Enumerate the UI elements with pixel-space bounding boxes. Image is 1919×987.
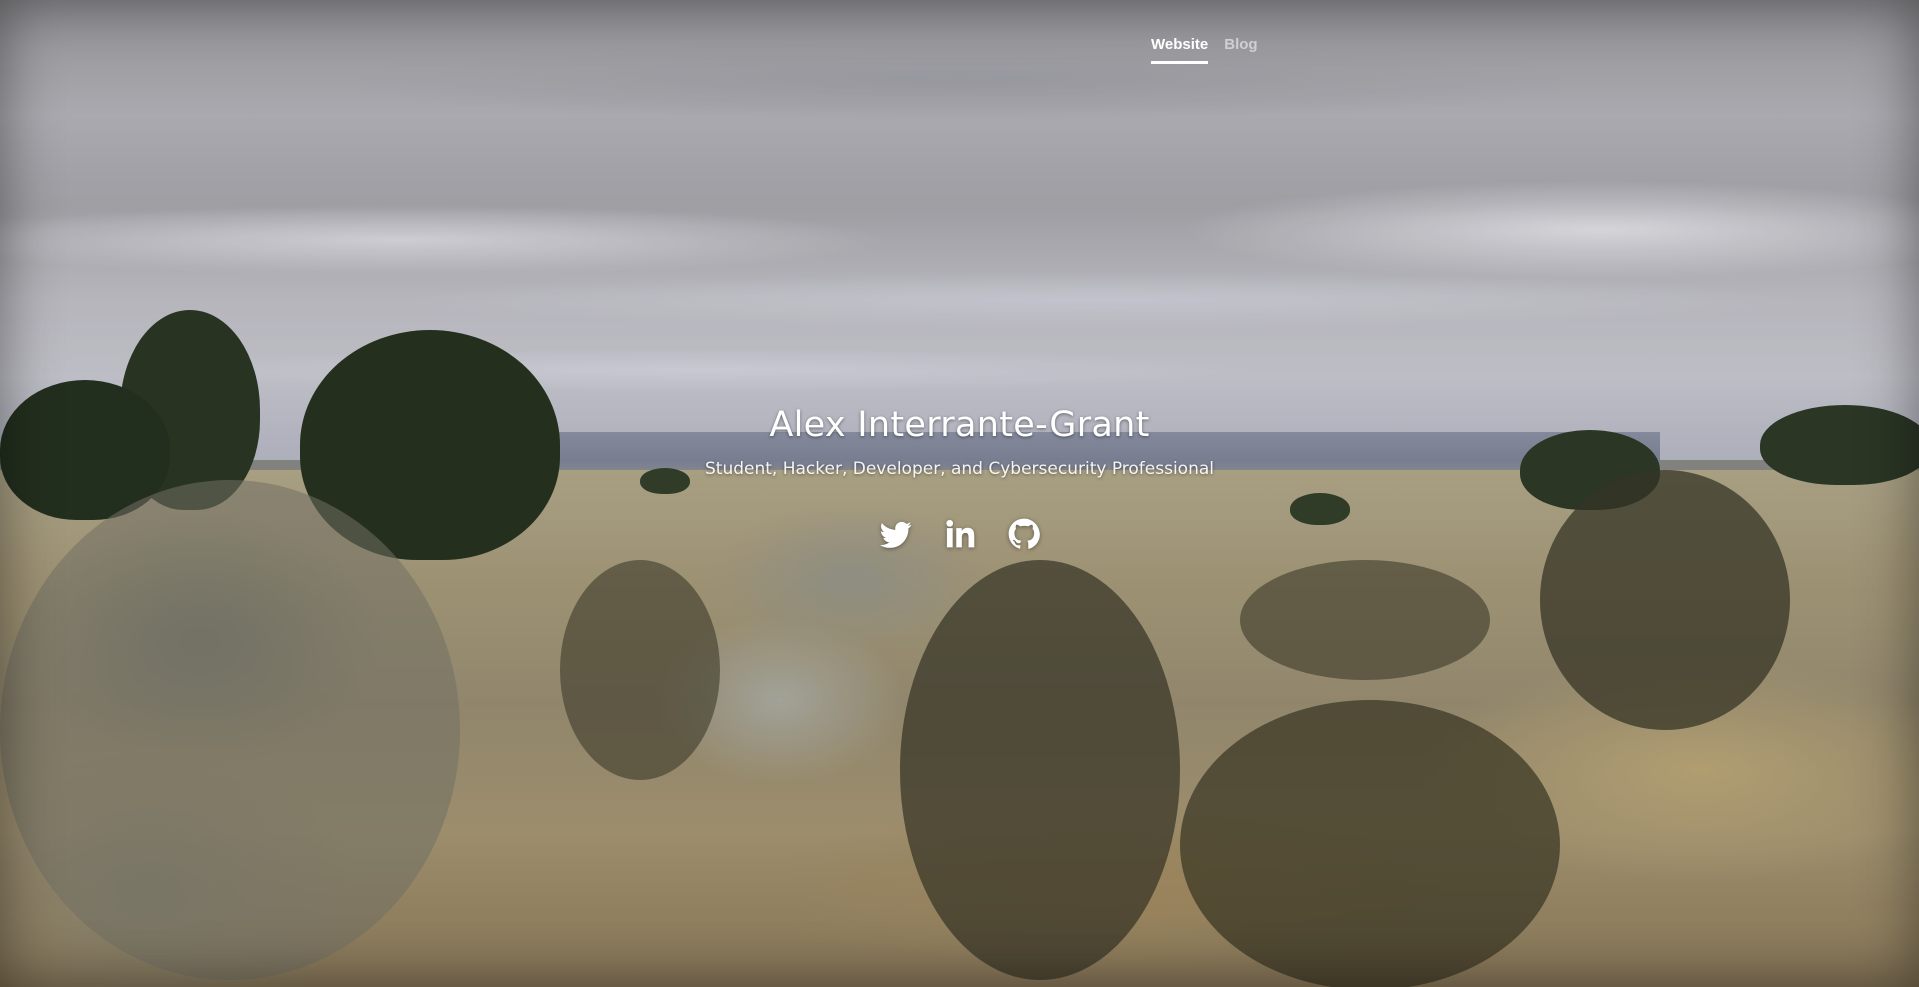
github-icon bbox=[1008, 518, 1040, 549]
twitter-link[interactable] bbox=[879, 518, 912, 550]
nav-website-link[interactable]: Website bbox=[1151, 36, 1209, 64]
page-title: Alex Interrante-Grant bbox=[769, 405, 1150, 445]
linkedin-icon bbox=[946, 520, 975, 548]
intro: Alex Interrante-Grant Student, Hacker, D… bbox=[0, 405, 1919, 479]
twitter-icon bbox=[879, 521, 912, 548]
tagline: Student, Hacker, Developer, and Cybersec… bbox=[704, 459, 1214, 479]
linkedin-link[interactable] bbox=[944, 518, 976, 550]
top-nav: Website Blog bbox=[1151, 36, 1258, 64]
nav-blog-link[interactable]: Blog bbox=[1224, 36, 1257, 64]
overlay bbox=[0, 0, 1919, 987]
hero-background bbox=[0, 0, 1919, 987]
social-links bbox=[879, 518, 1040, 550]
github-link[interactable] bbox=[1008, 518, 1040, 550]
